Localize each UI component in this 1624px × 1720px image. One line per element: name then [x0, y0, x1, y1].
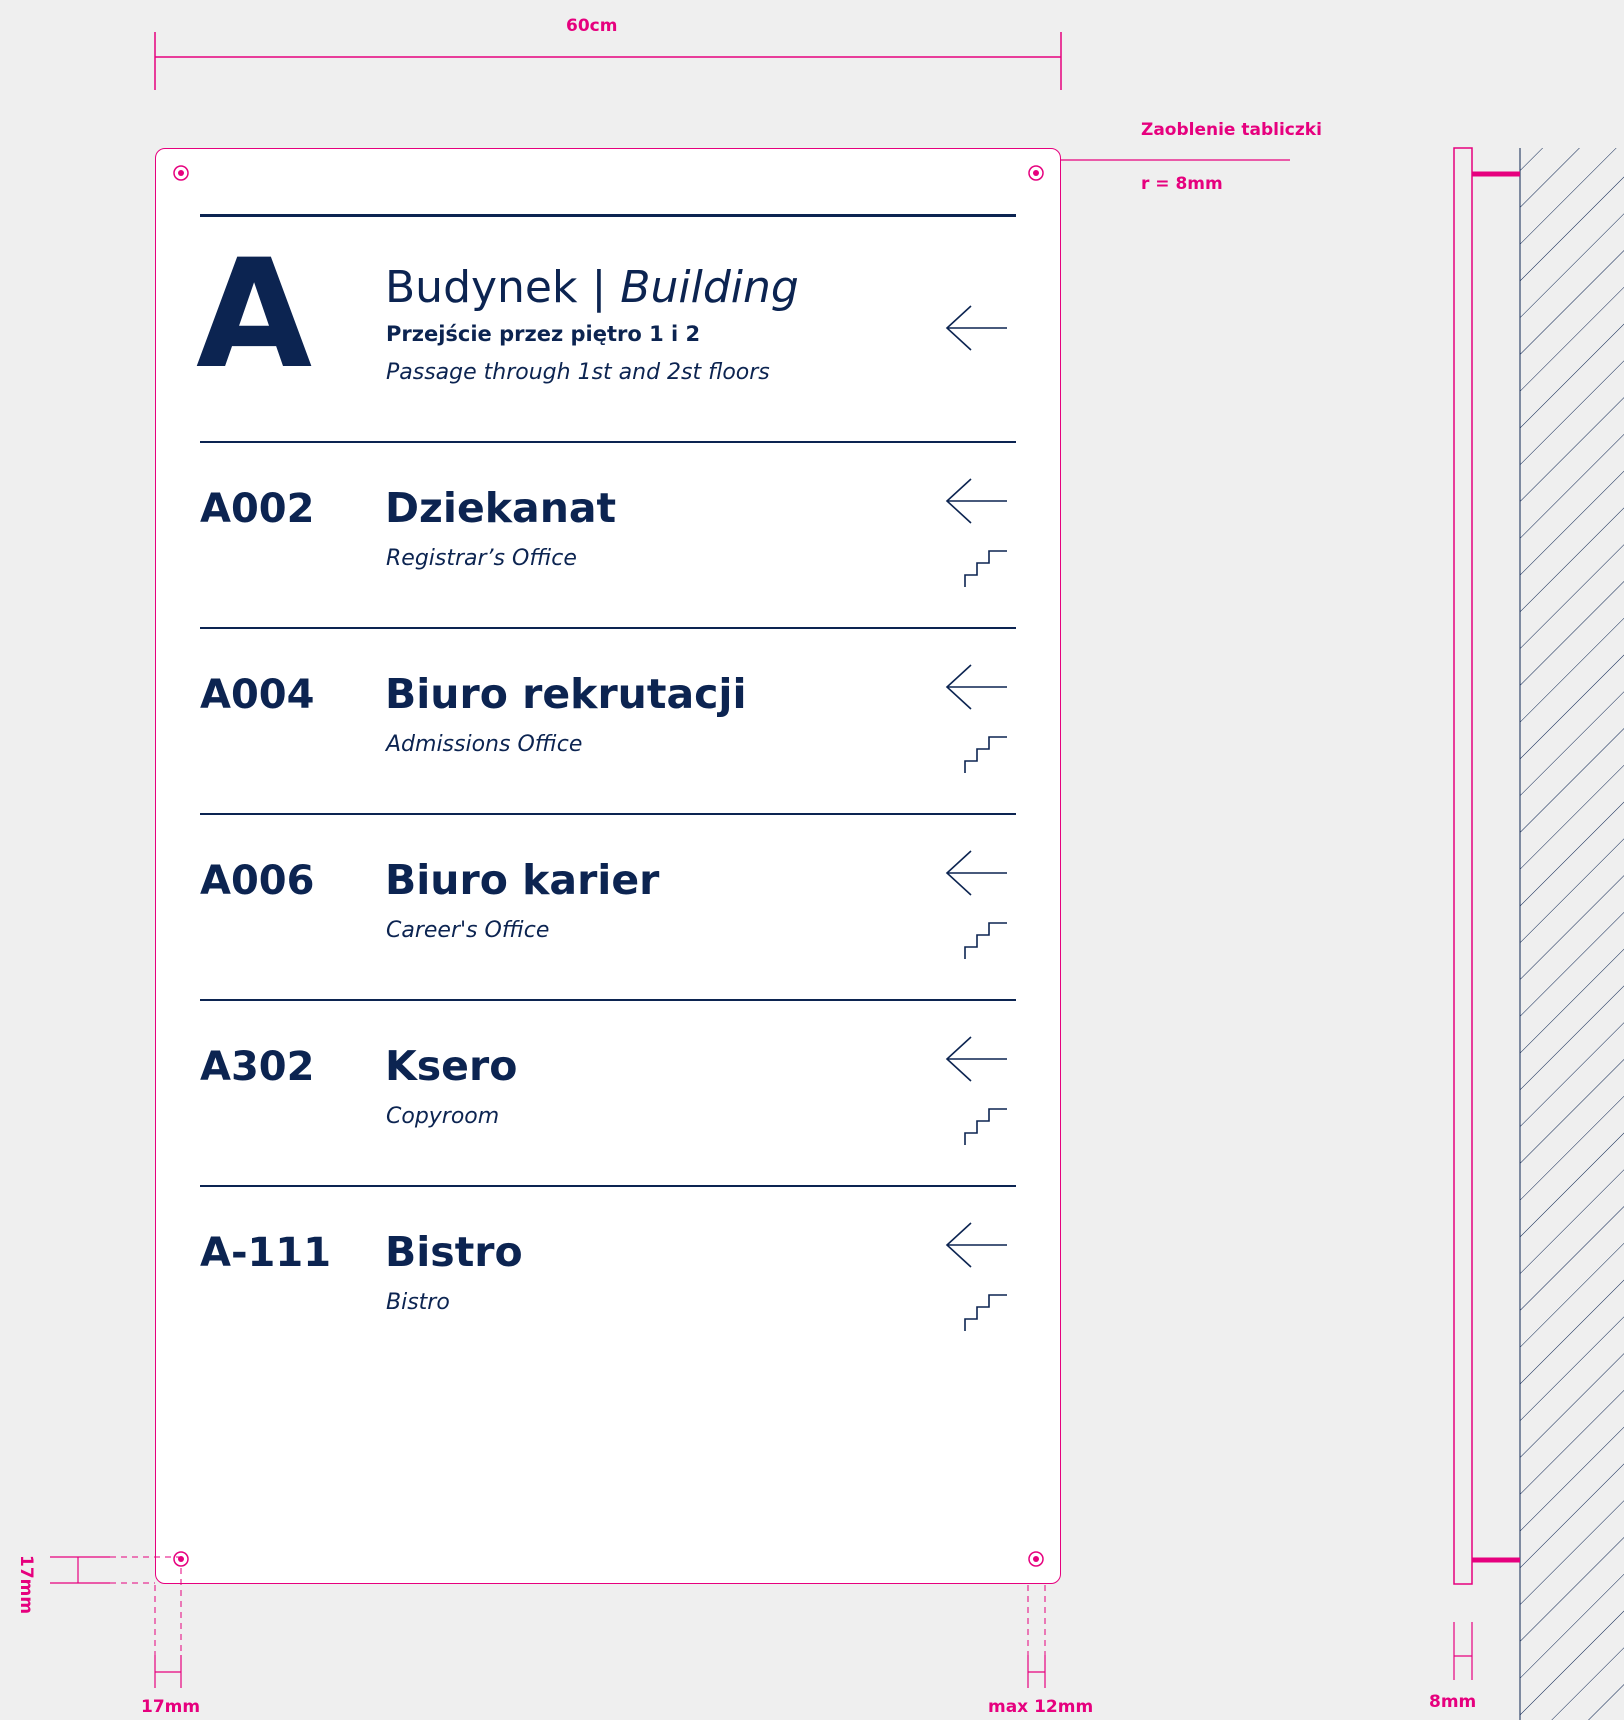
depth-label: 8mm	[1429, 1692, 1477, 1712]
screw-hole-icon	[173, 165, 189, 181]
corner-label: Zaoblenie tabliczki	[1141, 120, 1322, 140]
right-margin-label: max 12mm	[988, 1697, 1094, 1717]
room-subtitle: Bistro	[386, 1290, 450, 1315]
room-subtitle: Copyroom	[386, 1104, 500, 1129]
room-title: Biuro rekrutacji	[385, 670, 747, 718]
header-title: Budynek | Building	[385, 262, 799, 313]
room-title: Ksero	[385, 1042, 518, 1090]
room-code: A-111	[200, 1230, 332, 1276]
header-top-rule	[200, 214, 1016, 217]
row-divider	[200, 1185, 1016, 1187]
stairs-icon	[964, 1108, 1007, 1145]
arrow-left-icon	[945, 1036, 1007, 1082]
width-label: 60cm	[566, 16, 618, 36]
screw-hole-icon	[1028, 165, 1044, 181]
room-code: A006	[200, 858, 315, 904]
header-line2: Passage through 1st and 2st floors	[386, 360, 770, 385]
arrow-left-icon	[945, 850, 1007, 896]
margin-dimension-lines	[50, 1556, 1046, 1688]
room-code: A004	[200, 672, 315, 718]
stairs-icon	[964, 736, 1007, 773]
room-subtitle: Career's Office	[386, 918, 550, 943]
room-subtitle: Registrar’s Office	[386, 546, 577, 571]
header-title-en: Building	[620, 262, 799, 313]
left-margin-vertical-label: 17mm	[16, 1555, 36, 1615]
header-line1: Przejście przez piętro 1 i 2	[386, 322, 701, 346]
room-code: A302	[200, 1044, 315, 1090]
building-letter: A	[196, 228, 313, 402]
room-title: Bistro	[385, 1228, 523, 1276]
room-subtitle: Admissions Office	[386, 732, 583, 757]
arrow-left-icon	[945, 478, 1007, 524]
row-divider	[200, 813, 1016, 815]
stairs-icon	[964, 922, 1007, 959]
stairs-icon	[964, 1294, 1007, 1331]
room-code: A002	[200, 486, 315, 532]
header-title-pl: Budynek |	[385, 262, 607, 313]
arrow-left-icon	[945, 305, 1007, 351]
row-divider	[200, 999, 1016, 1001]
room-title: Biuro karier	[385, 856, 660, 904]
arrow-left-icon	[945, 1222, 1007, 1268]
stairs-icon	[964, 550, 1007, 587]
row-divider	[200, 627, 1016, 629]
corner-leader-line	[1049, 149, 1290, 171]
width-dimension-lines	[154, 32, 1062, 90]
arrow-left-icon	[945, 664, 1007, 710]
left-margin-horizontal-label: 17mm	[141, 1697, 201, 1717]
room-title: Dziekanat	[385, 484, 617, 532]
side-view-diagram	[1453, 147, 1624, 1720]
row-divider	[200, 441, 1016, 443]
